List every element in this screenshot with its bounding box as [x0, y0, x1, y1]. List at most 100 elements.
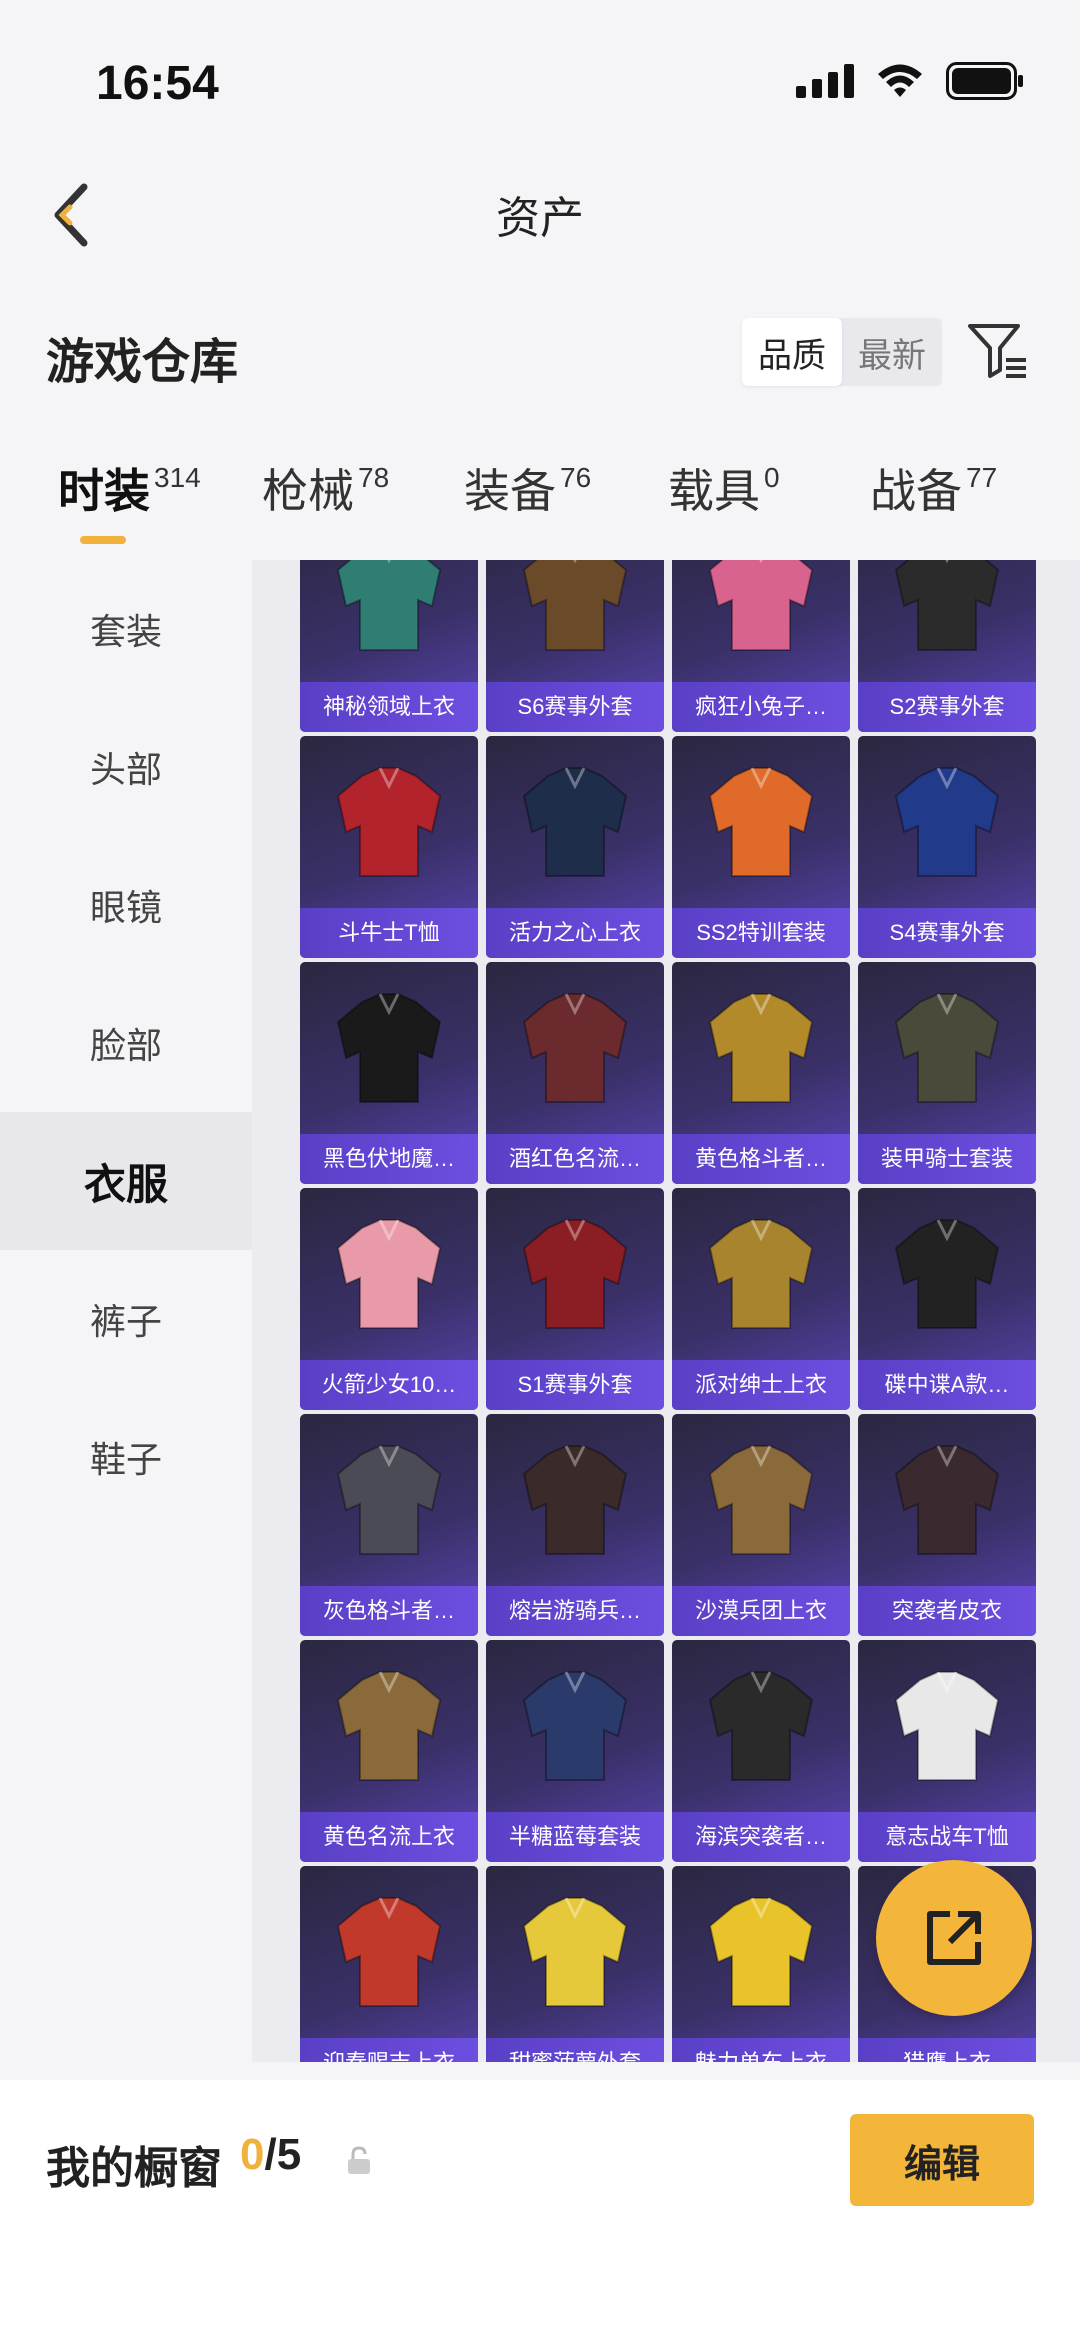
item-name: 灰色格斗者… — [300, 1586, 478, 1636]
item-name: 黑色伏地魔… — [300, 1134, 478, 1184]
item-card[interactable]: 迎春赐吉上衣 — [300, 1866, 478, 2062]
showcase-label: 我的橱窗 — [46, 2144, 222, 2193]
filter-button[interactable] — [966, 318, 1030, 382]
item-card[interactable]: 甜蜜菠萝外套 — [486, 1866, 664, 2062]
active-tab-indicator — [80, 536, 126, 544]
status-icons — [796, 62, 1024, 100]
item-name: 酒红色名流… — [486, 1134, 664, 1184]
item-card[interactable]: 神秘领域上衣 — [300, 560, 478, 732]
item-card[interactable]: 海滨突袭者… — [672, 1640, 850, 1862]
item-card[interactable]: 灰色格斗者… — [300, 1414, 478, 1636]
sidebar-item-head[interactable]: 头部 — [0, 698, 252, 836]
item-card[interactable]: 火箭少女10… — [300, 1188, 478, 1410]
item-card[interactable]: 熔岩游骑兵… — [486, 1414, 664, 1636]
sidebar-item-clothes[interactable]: 衣服 — [0, 1112, 252, 1250]
item-card[interactable]: 斗牛士T恤 — [300, 736, 478, 958]
clothing-thumbnail-icon — [522, 1445, 628, 1555]
clothing-thumbnail-icon — [336, 993, 442, 1103]
clothing-thumbnail-icon — [708, 767, 814, 877]
tab-label: 时装 — [58, 465, 150, 517]
edit-button[interactable]: 编辑 — [850, 2114, 1034, 2206]
showcase-count-current: 0 — [240, 2130, 265, 2179]
clothing-thumbnail-icon — [894, 560, 1000, 651]
item-card[interactable]: SS2特训套装 — [672, 736, 850, 958]
item-card[interactable]: 碟中谍A款… — [858, 1188, 1036, 1410]
item-card[interactable]: 黄色名流上衣 — [300, 1640, 478, 1862]
clothing-thumbnail-icon — [336, 1671, 442, 1781]
clothing-thumbnail-icon — [708, 1897, 814, 2007]
item-name: 甜蜜菠萝外套 — [486, 2038, 664, 2062]
signal-icon — [796, 64, 854, 98]
item-card[interactable]: 半糖蓝莓套装 — [486, 1640, 664, 1862]
item-name: 火箭少女10… — [300, 1360, 478, 1410]
bottom-bar: 我的橱窗 0/5 编辑 — [0, 2080, 1080, 2339]
clothing-thumbnail-icon — [894, 767, 1000, 877]
item-card[interactable]: 魅力单车上衣 — [672, 1866, 850, 2062]
item-name: S4赛事外套 — [858, 908, 1036, 958]
clothing-thumbnail-icon — [708, 1671, 814, 1781]
item-card[interactable]: S2赛事外套 — [858, 560, 1036, 732]
item-card[interactable]: S6赛事外套 — [486, 560, 664, 732]
page-title: 资产 — [496, 194, 584, 243]
item-name: 黄色名流上衣 — [300, 1812, 478, 1862]
item-card[interactable]: 派对绅士上衣 — [672, 1188, 850, 1410]
clothing-thumbnail-icon — [708, 993, 814, 1103]
item-card[interactable]: 酒红色名流… — [486, 962, 664, 1184]
sidebar-item-pants[interactable]: 裤子 — [0, 1250, 252, 1388]
item-card[interactable]: 意志战车T恤 — [858, 1640, 1036, 1862]
item-card[interactable]: S4赛事外套 — [858, 736, 1036, 958]
item-name: 斗牛士T恤 — [300, 908, 478, 958]
tab-weapons[interactable]: 枪械 78 — [262, 455, 389, 555]
item-card[interactable]: S1赛事外套 — [486, 1188, 664, 1410]
tab-vehicles[interactable]: 载具 0 — [668, 455, 780, 555]
tab-count: 77 — [966, 462, 998, 493]
sidebar-item-glasses[interactable]: 眼镜 — [0, 836, 252, 974]
wifi-icon — [878, 64, 922, 97]
item-card[interactable]: 装甲骑士套装 — [858, 962, 1036, 1184]
item-name: S1赛事外套 — [486, 1360, 664, 1410]
tab-count: 76 — [560, 462, 592, 493]
item-name: 碟中谍A款… — [858, 1360, 1036, 1410]
clothing-thumbnail-icon — [894, 1219, 1000, 1329]
clothing-thumbnail-icon — [336, 1445, 442, 1555]
item-card[interactable]: 沙漠兵团上衣 — [672, 1414, 850, 1636]
clothing-thumbnail-icon — [708, 560, 814, 651]
clothing-thumbnail-icon — [336, 767, 442, 877]
item-name: S6赛事外套 — [486, 682, 664, 732]
sort-quality-option[interactable]: 品质 — [742, 318, 842, 386]
sidebar-item-outfit[interactable]: 套装 — [0, 560, 252, 698]
clothing-thumbnail-icon — [522, 1897, 628, 2007]
clothing-thumbnail-icon — [708, 1445, 814, 1555]
sort-newest-option[interactable]: 最新 — [842, 318, 942, 386]
item-card[interactable]: 疯狂小兔子… — [672, 560, 850, 732]
clothing-thumbnail-icon — [894, 1445, 1000, 1555]
clothing-thumbnail-icon — [522, 1671, 628, 1781]
item-card[interactable]: 活力之心上衣 — [486, 736, 664, 958]
item-name: 熔岩游骑兵… — [486, 1586, 664, 1636]
lock-icon — [348, 2146, 370, 2174]
tab-equipment[interactable]: 装备 76 — [464, 455, 591, 555]
clothing-thumbnail-icon — [894, 1671, 1000, 1781]
tab-count: 0 — [764, 462, 780, 493]
tab-count: 78 — [358, 462, 390, 493]
item-name: 突袭者皮衣 — [858, 1586, 1036, 1636]
tab-label: 载具 — [668, 465, 760, 517]
tab-label: 战备 — [870, 465, 962, 517]
item-card[interactable]: 黄色格斗者… — [672, 962, 850, 1184]
tab-supplies[interactable]: 战备 77 — [870, 455, 997, 555]
sidebar-item-shoes[interactable]: 鞋子 — [0, 1388, 252, 1526]
status-bar: 16:54 — [0, 0, 1080, 160]
sidebar-item-face[interactable]: 脸部 — [0, 974, 252, 1112]
clothing-thumbnail-icon — [522, 767, 628, 877]
category-tabs: 时装 314 枪械 78 装备 76 载具 0 战备 77 — [0, 455, 1080, 555]
clothing-thumbnail-icon — [522, 1219, 628, 1329]
share-button[interactable] — [876, 1860, 1032, 2016]
item-card[interactable]: 突袭者皮衣 — [858, 1414, 1036, 1636]
item-card[interactable]: 黑色伏地魔… — [300, 962, 478, 1184]
item-name: 魅力单车上衣 — [672, 2038, 850, 2062]
clothing-thumbnail-icon — [336, 1219, 442, 1329]
clothing-thumbnail-icon — [522, 560, 628, 651]
filter-icon — [968, 324, 1026, 378]
showcase-count-total: /5 — [264, 2130, 302, 2179]
clothing-thumbnail-icon — [522, 993, 628, 1103]
